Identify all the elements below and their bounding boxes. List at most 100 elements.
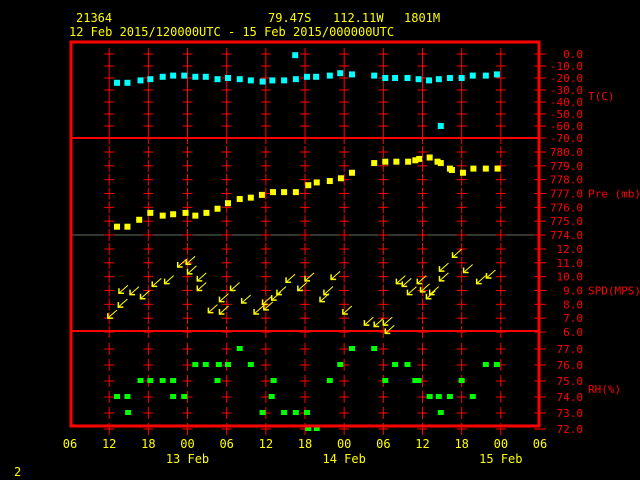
- wind-arrow-shaft: [364, 316, 374, 326]
- x-date-label: 15 Feb: [479, 452, 522, 466]
- temp-point: [426, 77, 433, 84]
- x-tick-label: 12: [259, 437, 273, 451]
- temp-point: [269, 77, 276, 84]
- wind-arrow: [240, 294, 252, 304]
- x-date-label: 14 Feb: [322, 452, 365, 466]
- panel-label-relative_humidity: RH(%): [588, 383, 621, 396]
- pressure-point: [459, 169, 466, 176]
- y-tick-label: 77.0: [557, 343, 584, 356]
- panel-label-wind_speed: SPD(MPS): [588, 285, 640, 298]
- grid: [71, 48, 546, 435]
- y-tick-label: 9.0: [563, 285, 583, 298]
- rh-point: [192, 362, 199, 367]
- wind-arrow-shaft: [208, 304, 218, 314]
- pressure-point: [437, 160, 444, 167]
- pressure-point: [258, 191, 265, 198]
- rh-point: [215, 362, 222, 367]
- temp-point: [392, 75, 399, 81]
- temp-point: [292, 76, 299, 83]
- y-tick-label: 73.0: [557, 407, 584, 420]
- wind-arrow-shaft: [476, 275, 487, 284]
- pressure-point: [192, 212, 199, 219]
- rh-point: [326, 378, 333, 383]
- pressure-point: [292, 189, 299, 196]
- pressure-point: [305, 182, 312, 189]
- pressure-point: [393, 158, 400, 165]
- x-tick-label: 00: [494, 437, 508, 451]
- y-tick-label: 780.0: [550, 146, 583, 159]
- y-tick-label: 76.0: [557, 359, 584, 372]
- wind-arrow: [151, 277, 162, 288]
- wind-arrow: [485, 269, 496, 279]
- y-tick-label: 7.0: [563, 312, 583, 325]
- temp-point: [181, 72, 188, 79]
- pressure-point: [136, 216, 143, 223]
- wind-arrow-shaft: [196, 282, 207, 291]
- wind-arrow: [373, 318, 384, 328]
- panel-label-pressure: Pre (mb): [588, 188, 640, 201]
- rh-point: [458, 378, 465, 383]
- wind-arrow: [261, 295, 272, 306]
- rh-point: [469, 394, 476, 399]
- rh-point: [392, 362, 399, 367]
- wind-arrow-shaft: [373, 318, 384, 327]
- temp-point: [404, 75, 411, 81]
- wind-arrow: [384, 325, 395, 335]
- wind-arrow: [285, 273, 296, 283]
- wind-arrow-shaft: [129, 286, 140, 296]
- pressure-point: [482, 165, 489, 172]
- temp-point: [446, 75, 453, 81]
- x-tick-label: 12: [102, 437, 116, 451]
- wind-arrow: [207, 304, 218, 314]
- x-tick-label: 18: [298, 437, 312, 451]
- station-lon: 112.11W: [333, 11, 384, 25]
- rh-point: [236, 346, 243, 351]
- pressure-point: [147, 209, 154, 216]
- meteogram-chart: 21364 79.47S 112.11W 1801M 12 Feb 2015/1…: [14, 11, 640, 479]
- wind-arrow-shaft: [463, 264, 473, 273]
- temp-point: [415, 76, 422, 83]
- station-elevation: 1801M: [404, 11, 440, 25]
- panel-label-temperature: T(C): [588, 90, 615, 103]
- rh-point: [114, 394, 120, 399]
- wind-arrow-shaft: [452, 248, 462, 258]
- axis-labels: 0.0-10.0-20.0-30.0-40.0-50.0-60.0-70.0T(…: [63, 48, 640, 466]
- rh-point: [170, 378, 177, 383]
- rh-point: [404, 362, 411, 367]
- wind-arrow: [253, 305, 264, 315]
- wind-arrow: [462, 264, 473, 274]
- page-number: 2: [14, 465, 21, 479]
- pressure-point: [382, 158, 389, 165]
- pressure-point: [182, 209, 189, 216]
- temp-point: [437, 123, 444, 129]
- temp-point: [482, 72, 489, 79]
- wind-arrow-shaft: [276, 286, 287, 296]
- temp-point: [469, 72, 476, 79]
- pressure-point: [236, 196, 243, 203]
- wind-arrow: [395, 275, 406, 285]
- pressure-point: [203, 209, 210, 216]
- temp-point: [435, 76, 442, 83]
- rh-point: [482, 362, 489, 367]
- rh-point: [270, 378, 277, 383]
- temp-point: [337, 70, 344, 77]
- y-tick-label: 74.0: [557, 391, 584, 404]
- temp-point: [326, 72, 333, 79]
- wind-arrow: [330, 271, 341, 281]
- wind-arrow-shaft: [230, 282, 240, 291]
- x-tick-label: 18: [454, 437, 468, 451]
- rh-point: [371, 346, 378, 351]
- pressure-point: [337, 175, 344, 182]
- pressure-point: [270, 189, 277, 196]
- y-tick-label: 774.0: [550, 229, 583, 242]
- rh-point: [426, 394, 433, 399]
- station-id: 21364: [76, 11, 112, 25]
- pressure-point: [170, 211, 177, 218]
- x-tick-label: 12: [415, 437, 429, 451]
- rh-point: [435, 394, 442, 399]
- rh-point: [446, 394, 453, 399]
- rh-point: [170, 394, 177, 399]
- temp-point: [349, 71, 355, 78]
- y-tick-label: 72.0: [557, 423, 584, 436]
- x-tick-label: 00: [180, 437, 194, 451]
